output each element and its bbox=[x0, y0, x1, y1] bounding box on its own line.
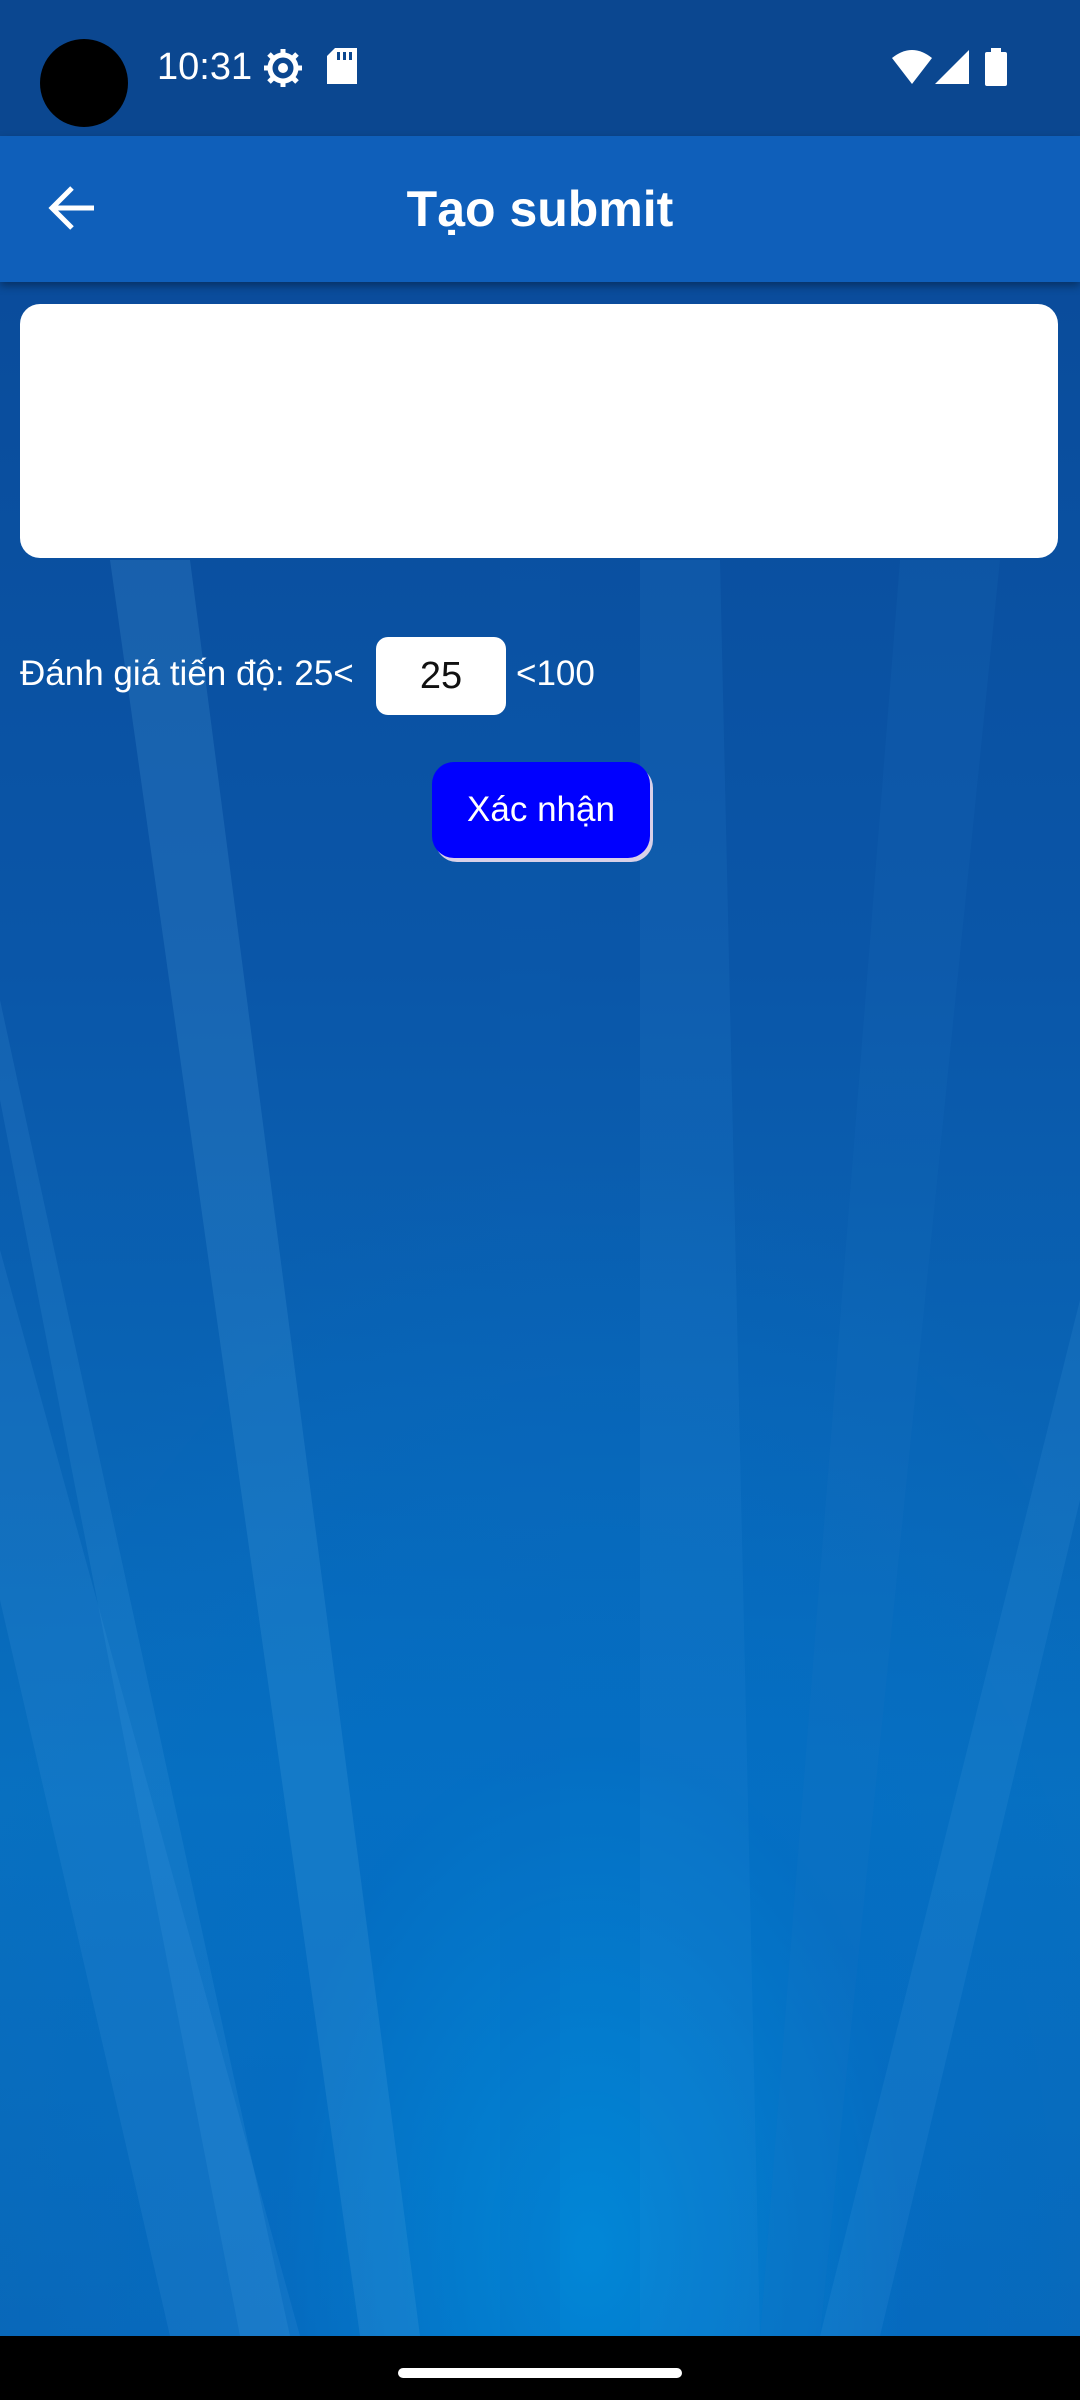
sd-card-icon bbox=[327, 48, 357, 89]
status-bar: 10:31 bbox=[0, 0, 1080, 136]
submit-text-area[interactable] bbox=[20, 304, 1058, 558]
confirm-button[interactable]: Xác nhận bbox=[432, 762, 650, 858]
app-bar: Tạo submit bbox=[0, 136, 1080, 282]
rating-max-label: <100 bbox=[516, 654, 595, 693]
wifi-icon bbox=[892, 50, 932, 89]
battery-icon bbox=[985, 48, 1007, 91]
rating-input[interactable] bbox=[376, 637, 506, 715]
cellular-signal-icon bbox=[935, 50, 969, 89]
home-gesture-handle[interactable] bbox=[398, 2368, 682, 2378]
camera-cutout bbox=[40, 39, 128, 127]
status-time: 10:31 bbox=[157, 46, 253, 88]
settings-gear-icon bbox=[263, 48, 303, 93]
rating-label: Đánh giá tiến độ: 25< bbox=[20, 654, 354, 693]
page-title: Tạo submit bbox=[406, 181, 674, 237]
